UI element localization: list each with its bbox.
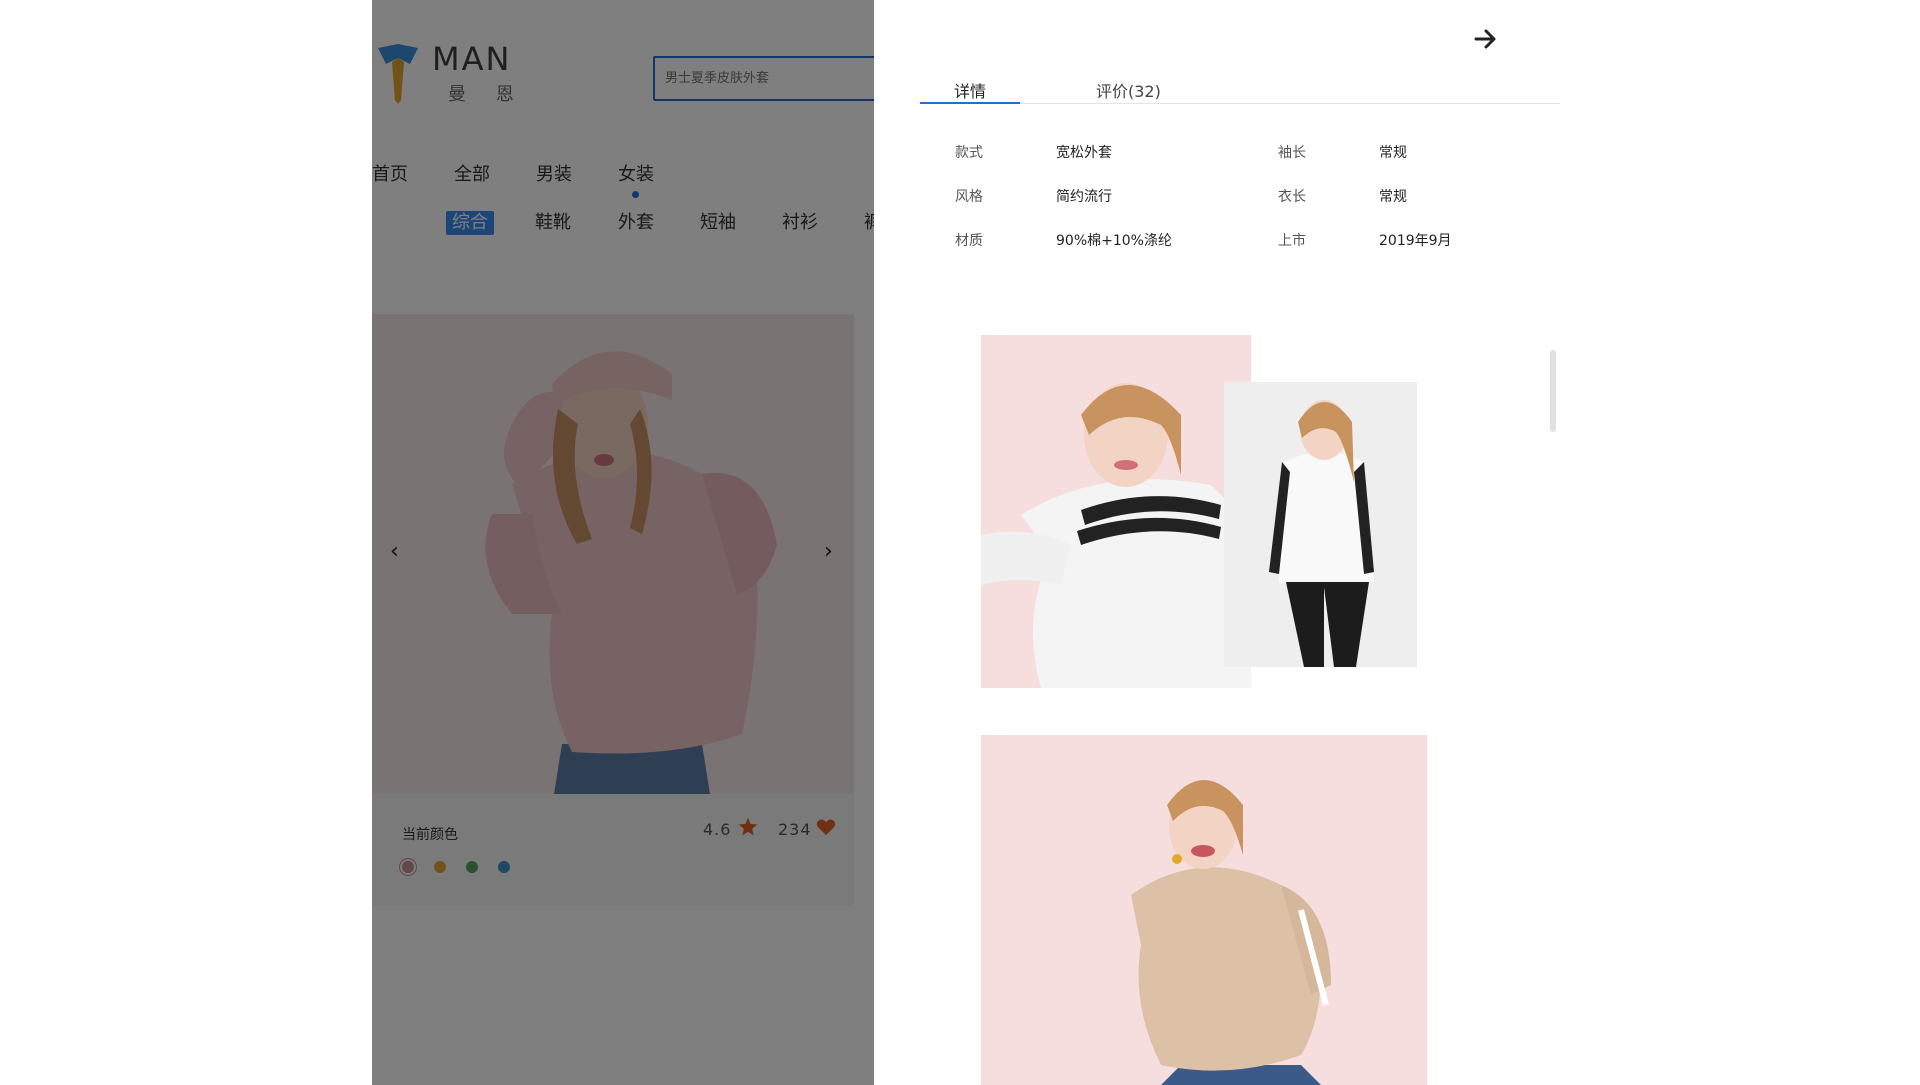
likes-count: 234 (778, 820, 812, 839)
brand-name-cn: 曼 恩 (448, 84, 526, 105)
product-image: ‹ › (372, 314, 854, 794)
nav-item-men[interactable]: 男装 (536, 160, 572, 186)
active-tab-indicator (920, 102, 1020, 104)
nav-item-all[interactable]: 全部 (454, 160, 490, 186)
spec-label: 风格 (955, 189, 983, 205)
scrollbar-thumb[interactable] (1550, 350, 1556, 432)
detail-photo-1 (981, 335, 1251, 688)
nav-item-women[interactable]: 女装 (618, 160, 654, 198)
subnav-item-coats[interactable]: 外套 (612, 211, 660, 235)
star-icon (738, 817, 758, 836)
nav-item-home[interactable]: 首页 (372, 160, 408, 186)
color-swatch-pink[interactable] (402, 861, 414, 873)
spec-label: 款式 (955, 145, 983, 161)
arrow-right-icon[interactable] (1474, 28, 1498, 50)
tie-logo-icon (378, 44, 418, 104)
spec-label: 材质 (955, 233, 983, 249)
color-swatch-blue[interactable] (498, 861, 510, 873)
search-input[interactable] (653, 56, 874, 101)
product-detail-drawer: 详情 评价(32) 款式 宽松外套 袖长 常规 风格 简约流行 衣长 常规 材质… (874, 0, 1920, 1085)
rating-value: 4.6 (703, 820, 732, 839)
product-card: ‹ › 当前颜色 4.6 234 (372, 314, 854, 906)
category-subnav: 综合 鞋靴 外套 短袖 衬衫 裤 (372, 211, 874, 241)
tab-reviews[interactable]: 评价(32) (1096, 78, 1161, 102)
detail-image-3 (981, 735, 1427, 1085)
tab-details[interactable]: 详情 (954, 78, 986, 102)
color-swatch-green[interactable] (466, 861, 478, 873)
subnav-item-tshirts[interactable]: 短袖 (694, 211, 742, 235)
product-card-footer: 当前颜色 4.6 234 (372, 794, 854, 906)
spec-label: 袖长 (1278, 145, 1306, 161)
spec-value: 90%棉+10%涤纶 (1056, 233, 1172, 249)
subnav-item-general[interactable]: 综合 (446, 211, 494, 235)
subnav-item-shoes[interactable]: 鞋靴 (529, 211, 577, 235)
carousel-prev-button[interactable]: ‹ (390, 539, 399, 564)
brand-name: MAN (432, 40, 512, 78)
product-photo (372, 314, 854, 794)
spec-label: 衣长 (1278, 189, 1306, 205)
detail-photo-2 (1224, 382, 1417, 667)
detail-photo-3 (981, 735, 1427, 1085)
detail-image-1 (981, 335, 1251, 688)
detail-tabs: 详情 评价(32) (920, 70, 1560, 104)
spec-label: 上市 (1278, 233, 1306, 249)
heart-icon[interactable] (816, 818, 836, 836)
subnav-item-pants[interactable]: 裤 (858, 211, 874, 235)
spec-value: 简约流行 (1056, 189, 1112, 205)
subnav-item-shirts[interactable]: 衬衫 (776, 211, 824, 235)
brand-logo[interactable]: MAN 曼 恩 (376, 40, 536, 108)
detail-image-2 (1224, 382, 1417, 667)
spec-value: 常规 (1379, 145, 1407, 161)
spec-value: 常规 (1379, 189, 1407, 205)
color-swatch-yellow[interactable] (434, 861, 446, 873)
spec-value: 2019年9月 (1379, 233, 1452, 249)
spec-value: 宽松外套 (1056, 145, 1112, 161)
carousel-next-button[interactable]: › (824, 539, 833, 564)
current-color-label: 当前颜色 (402, 827, 458, 843)
product-app-panel: MAN 曼 恩 首页 全部 男装 女装 综合 鞋靴 外套 短袖 衬衫 裤 (372, 0, 874, 1085)
